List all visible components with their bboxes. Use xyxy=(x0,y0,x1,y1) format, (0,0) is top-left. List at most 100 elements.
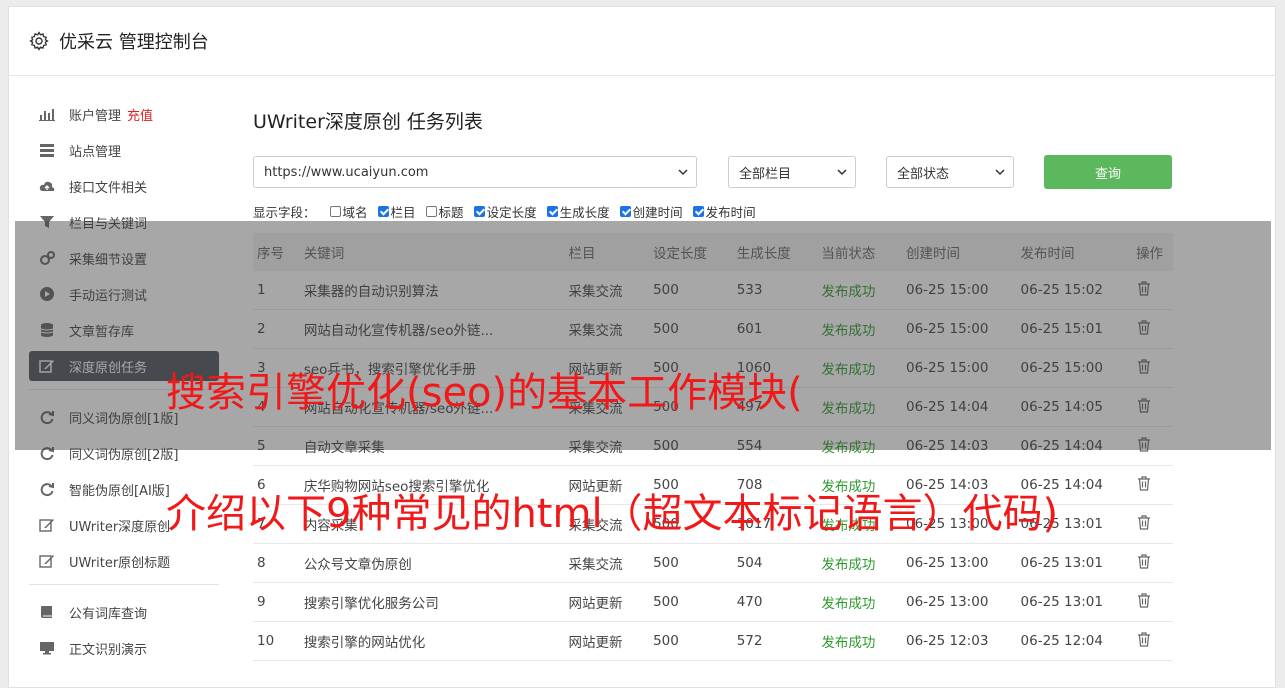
field-label: 设定长度 xyxy=(486,204,537,220)
site-select[interactable]: https://www.ucaiyun.com xyxy=(253,156,697,188)
table-cell: 500 xyxy=(653,582,737,622)
table-cell: 公众号文章伪原创 xyxy=(303,543,569,583)
checkbox-checked[interactable] xyxy=(377,205,389,217)
field-checkbox-1[interactable]: 域名 xyxy=(329,202,368,221)
query-button[interactable]: 查询 xyxy=(1044,155,1172,189)
filter-bar: https://www.ucaiyun.com 全部栏目 全部状态 查询 xyxy=(253,155,1173,189)
column-select[interactable]: 全部栏目 xyxy=(728,156,856,188)
status-select[interactable]: 全部状态 xyxy=(886,156,1014,188)
monitor-icon xyxy=(40,642,54,655)
table-row: 10 搜索引擎的网站优化 网站更新 500 572 发布成功 06-25 12:03 06-2… xyxy=(253,621,1173,661)
site-select-value: https://www.ucaiyun.com xyxy=(264,164,429,180)
table-cell: 9 xyxy=(253,582,304,622)
gear-icon xyxy=(29,31,49,51)
trash-icon[interactable] xyxy=(1136,592,1152,608)
sidebar-item-3[interactable]: 接口文件相关 xyxy=(29,171,219,201)
edit-icon xyxy=(39,555,54,568)
table-cell: 06-25 13:01 xyxy=(1020,582,1137,622)
display-fields: 显示字段： 域名 栏目 标题 设定长度 生成长度 创建时间 发布时间 xyxy=(253,201,1173,221)
action-cell xyxy=(1136,621,1173,661)
table-cell: 8 xyxy=(253,543,304,583)
table-cell: 470 xyxy=(736,582,822,622)
checkbox-unchecked[interactable] xyxy=(425,205,437,217)
table-cell: 572 xyxy=(736,621,822,661)
sidebar-item-13[interactable]: UWriter原创标题 xyxy=(29,546,219,576)
action-cell xyxy=(1136,465,1173,505)
action-cell xyxy=(1136,504,1173,544)
checkbox-checked[interactable] xyxy=(473,205,485,217)
field-label: 栏目 xyxy=(390,204,416,220)
trash-icon[interactable] xyxy=(1136,514,1152,530)
top-bar: 优采云 管理控制台 xyxy=(9,7,1275,76)
sidebar-item-1[interactable]: 账户管理 充值 xyxy=(29,99,219,129)
field-checkbox-5[interactable]: 生成长度 xyxy=(546,202,610,221)
field-checkbox-6[interactable]: 创建时间 xyxy=(619,202,683,221)
action-cell xyxy=(1136,543,1173,583)
field-checkbox-4[interactable]: 设定长度 xyxy=(473,202,537,221)
field-label: 标题 xyxy=(438,204,464,220)
field-label: 创建时间 xyxy=(632,204,683,220)
sidebar-item-label: UWriter原创标题 xyxy=(69,555,171,571)
table-row: 9 搜索引擎优化服务公司 网站更新 500 470 发布成功 06-25 13:00 06-2… xyxy=(253,582,1173,622)
table-cell: 06-25 13:00 xyxy=(905,543,1021,583)
table-row: 8 公众号文章伪原创 采集交流 500 504 发布成功 06-25 13:00 06-25 … xyxy=(253,543,1173,583)
table-cell: 搜索引擎的网站优化 xyxy=(303,621,569,661)
sidebar-item-15[interactable]: 正文识别演示 xyxy=(29,633,219,663)
trash-icon[interactable] xyxy=(1136,553,1152,569)
fields-label: 显示字段： xyxy=(253,204,316,220)
sidebar-item-label: 公有词库查询 xyxy=(69,606,148,622)
field-checkbox-7[interactable]: 发布时间 xyxy=(692,202,756,221)
chevron-down-icon xyxy=(837,169,847,176)
table-cell: 采集交流 xyxy=(568,543,654,583)
checkbox-checked[interactable] xyxy=(546,205,558,217)
sidebar-item-label: 正文识别演示 xyxy=(69,642,148,658)
trash-icon[interactable] xyxy=(1136,475,1152,491)
table-cell: 06-25 13:00 xyxy=(905,582,1021,622)
bar-chart-icon xyxy=(39,109,55,121)
caption-line-1: 搜索引擎优化(seo)的基本工作模块( xyxy=(166,370,803,416)
table-cell: 发布成功 xyxy=(821,621,906,661)
recharge-link[interactable]: 充值 xyxy=(127,105,153,124)
page-title: UWriter深度原创 任务列表 xyxy=(253,111,483,133)
field-label: 域名 xyxy=(342,204,368,220)
table-cell: 504 xyxy=(736,543,822,583)
field-checkbox-2[interactable]: 栏目 xyxy=(377,202,416,221)
column-select-value: 全部栏目 xyxy=(739,166,792,182)
checkbox-checked[interactable] xyxy=(692,205,704,217)
sidebar-item-label: 站点管理 xyxy=(69,144,122,160)
table-cell: 搜索引擎优化服务公司 xyxy=(303,582,569,622)
table-cell: 发布成功 xyxy=(821,582,906,622)
sidebar-item-label: UWriter深度原创 xyxy=(69,519,171,535)
sidebar-item-label: 接口文件相关 xyxy=(69,180,148,196)
field-label: 发布时间 xyxy=(705,204,756,220)
table-cell: 06-25 12:04 xyxy=(1020,621,1137,661)
trash-icon[interactable] xyxy=(1136,631,1152,647)
sidebar-item-label: 账户管理 xyxy=(69,108,122,124)
caption-line-2: 介绍以下9种常见的html（超文本标记语言）代码) xyxy=(166,491,1059,537)
field-label: 生成长度 xyxy=(559,204,610,220)
chevron-down-icon xyxy=(995,169,1005,176)
table-cell: 10 xyxy=(253,621,304,661)
sidebar-item-14[interactable]: 公有词库查询 xyxy=(29,597,219,627)
cloud-upload-icon xyxy=(39,181,55,191)
app-title: 优采云 管理控制台 xyxy=(59,32,209,53)
table-cell: 06-25 13:01 xyxy=(1020,543,1137,583)
table-cell: 500 xyxy=(653,621,737,661)
sidebar-item-label: 智能伪原创[AI版] xyxy=(69,483,170,499)
sidebar-item-2[interactable]: 站点管理 xyxy=(29,135,219,165)
table-cell: 网站更新 xyxy=(568,621,654,661)
table-cell: 500 xyxy=(653,543,737,583)
field-checkbox-3[interactable]: 标题 xyxy=(425,202,464,221)
edit-icon xyxy=(39,519,54,532)
action-cell xyxy=(1136,582,1173,622)
table-cell: 网站更新 xyxy=(568,582,654,622)
checkbox-unchecked[interactable] xyxy=(329,205,341,217)
checkbox-checked[interactable] xyxy=(619,205,631,217)
status-select-value: 全部状态 xyxy=(897,166,950,182)
table-cell: 06-25 12:03 xyxy=(905,621,1021,661)
chevron-down-icon xyxy=(678,169,688,176)
table-cell: 发布成功 xyxy=(821,543,906,583)
refresh-icon xyxy=(40,483,54,497)
server-icon xyxy=(40,144,54,157)
book-icon xyxy=(41,606,52,618)
